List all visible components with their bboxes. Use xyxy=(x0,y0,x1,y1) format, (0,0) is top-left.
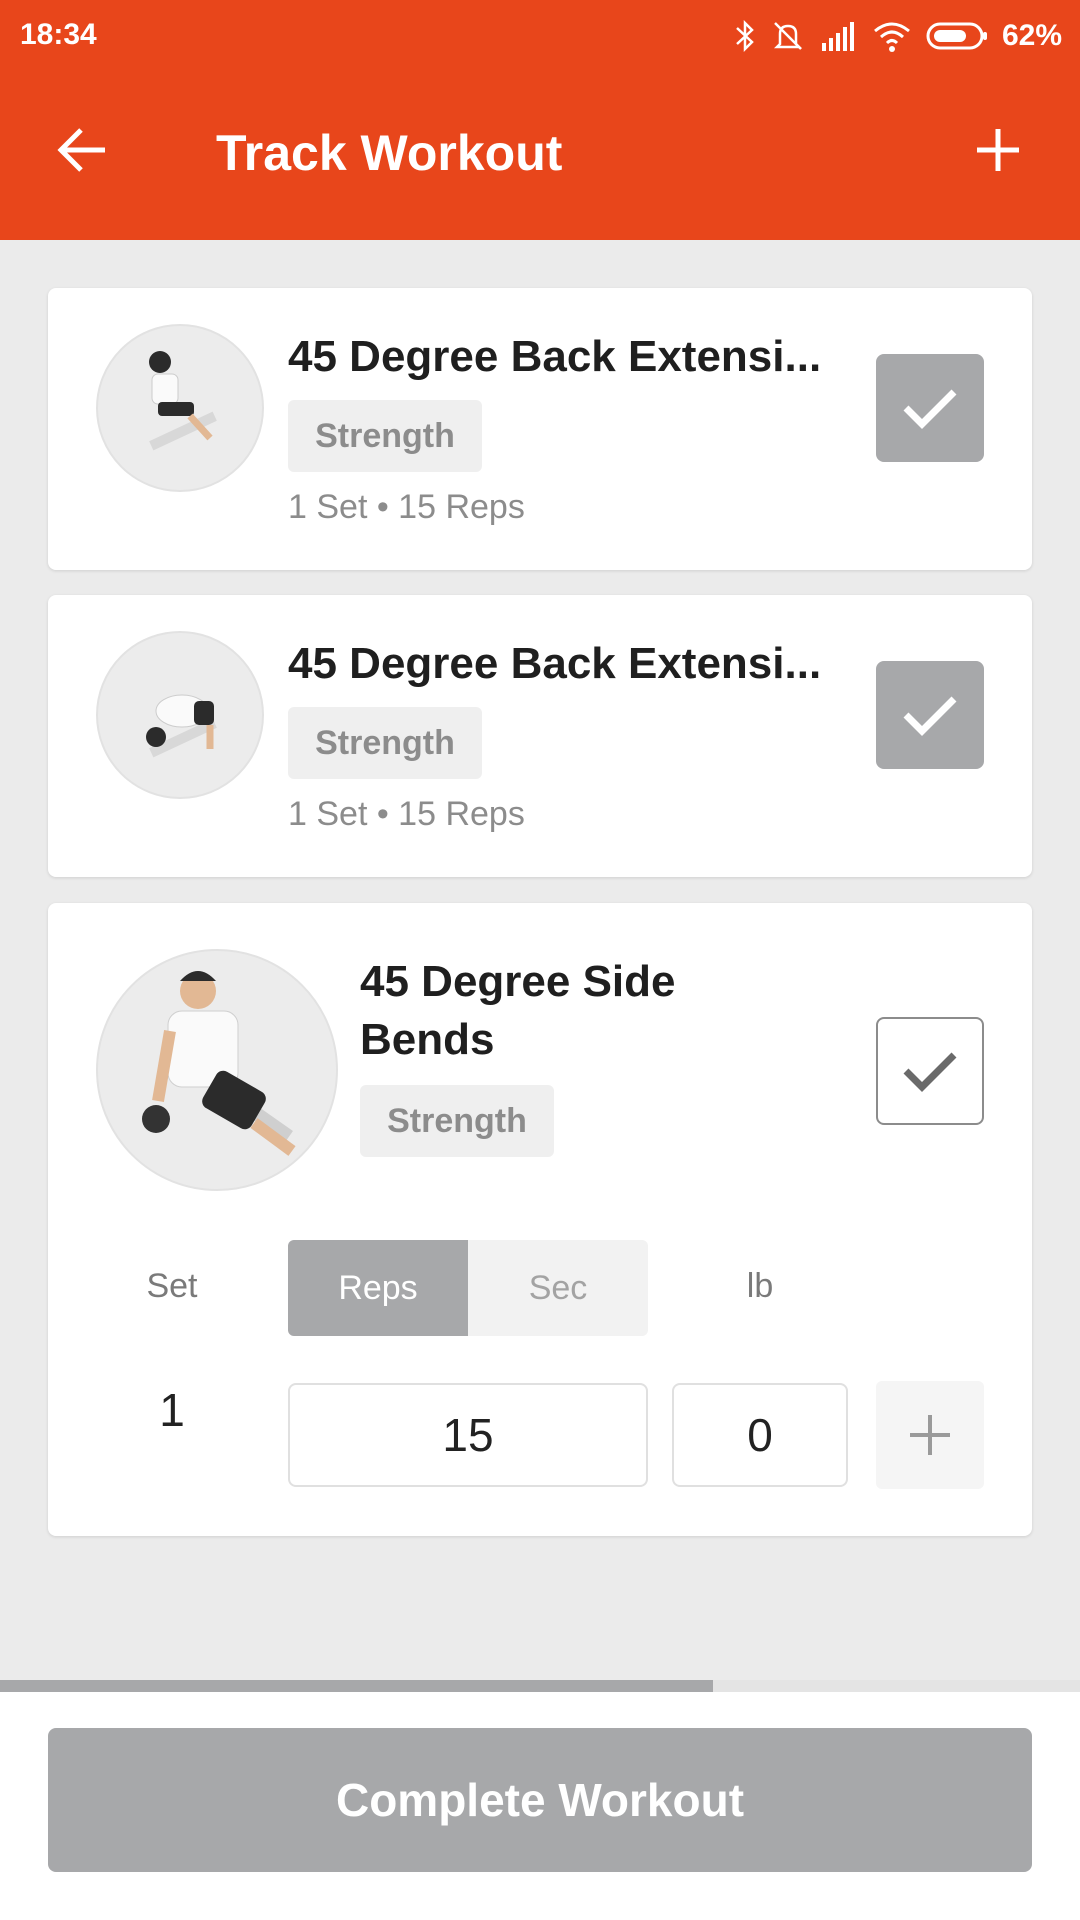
workout-progress-fill xyxy=(0,1680,713,1692)
exercise-summary: 1 Set • 15 Reps xyxy=(288,488,525,526)
category-tag: Strength xyxy=(360,1085,554,1157)
category-tag: Strength xyxy=(288,707,482,779)
wifi-icon xyxy=(874,22,910,52)
reps-tab[interactable]: Reps xyxy=(288,1240,468,1336)
add-exercise-button[interactable] xyxy=(966,118,1030,182)
exercise-thumbnail xyxy=(96,324,264,492)
workout-progress-bar xyxy=(0,1680,1080,1692)
add-set-button[interactable] xyxy=(876,1381,984,1489)
set-number: 1 xyxy=(159,1384,185,1436)
sec-tab[interactable]: Sec xyxy=(468,1240,648,1336)
checkmark-icon xyxy=(903,696,957,736)
exercise-figure-icon xyxy=(149,351,217,451)
status-icons: 62% xyxy=(734,14,1062,58)
set-column-label: Set xyxy=(146,1267,198,1305)
exercise-card-expanded[interactable]: 45 Degree Side Bends Strength Set Reps S… xyxy=(48,903,1032,1536)
weight-input[interactable]: 0 xyxy=(672,1383,848,1487)
plus-icon xyxy=(977,129,1019,171)
exercise-figure-icon xyxy=(146,694,217,758)
silent-icon xyxy=(773,22,802,50)
exercise-card[interactable]: 45 Degree Back Extensi... Strength 1 Set… xyxy=(48,595,1032,877)
app-header: 18:34 62% Track Workout xyxy=(0,0,1080,240)
bluetooth-icon xyxy=(736,19,754,53)
plus-icon xyxy=(910,1415,950,1455)
reps-sec-toggle: Reps Sec xyxy=(288,1240,648,1336)
exercise-name: 45 Degree Back Extensi... xyxy=(288,639,822,688)
page-title: Track Workout xyxy=(216,125,563,181)
complete-workout-button[interactable]: Complete Workout xyxy=(48,1728,1032,1872)
exercise-thumbnail xyxy=(96,949,338,1191)
exercise-figure-icon xyxy=(142,971,296,1156)
weight-unit-label[interactable]: lb xyxy=(672,1267,848,1306)
back-button[interactable] xyxy=(50,118,114,182)
signal-icon xyxy=(821,22,854,51)
status-time: 18:34 xyxy=(20,18,97,51)
exercise-card[interactable]: 45 Degree Back Extensi... Strength 1 Set… xyxy=(48,288,1032,570)
bottom-bar: Complete Workout xyxy=(0,1692,1080,1920)
battery-percent: 62% xyxy=(1001,19,1062,52)
checkmark-icon xyxy=(903,389,957,429)
battery-icon xyxy=(926,22,987,50)
back-arrow-icon xyxy=(57,128,105,172)
checkmark-icon xyxy=(903,1052,957,1092)
exercise-name: 45 Degree Side Bends xyxy=(360,957,676,1064)
exercise-name: 45 Degree Back Extensi... xyxy=(288,332,822,381)
category-tag: Strength xyxy=(288,400,482,472)
complete-exercise-checkbox[interactable] xyxy=(876,661,984,769)
exercise-thumbnail xyxy=(96,631,264,799)
exercise-summary: 1 Set • 15 Reps xyxy=(288,795,525,833)
complete-exercise-checkbox[interactable] xyxy=(876,354,984,462)
complete-exercise-checkbox[interactable] xyxy=(876,1017,984,1125)
reps-input[interactable]: 15 xyxy=(288,1383,648,1487)
